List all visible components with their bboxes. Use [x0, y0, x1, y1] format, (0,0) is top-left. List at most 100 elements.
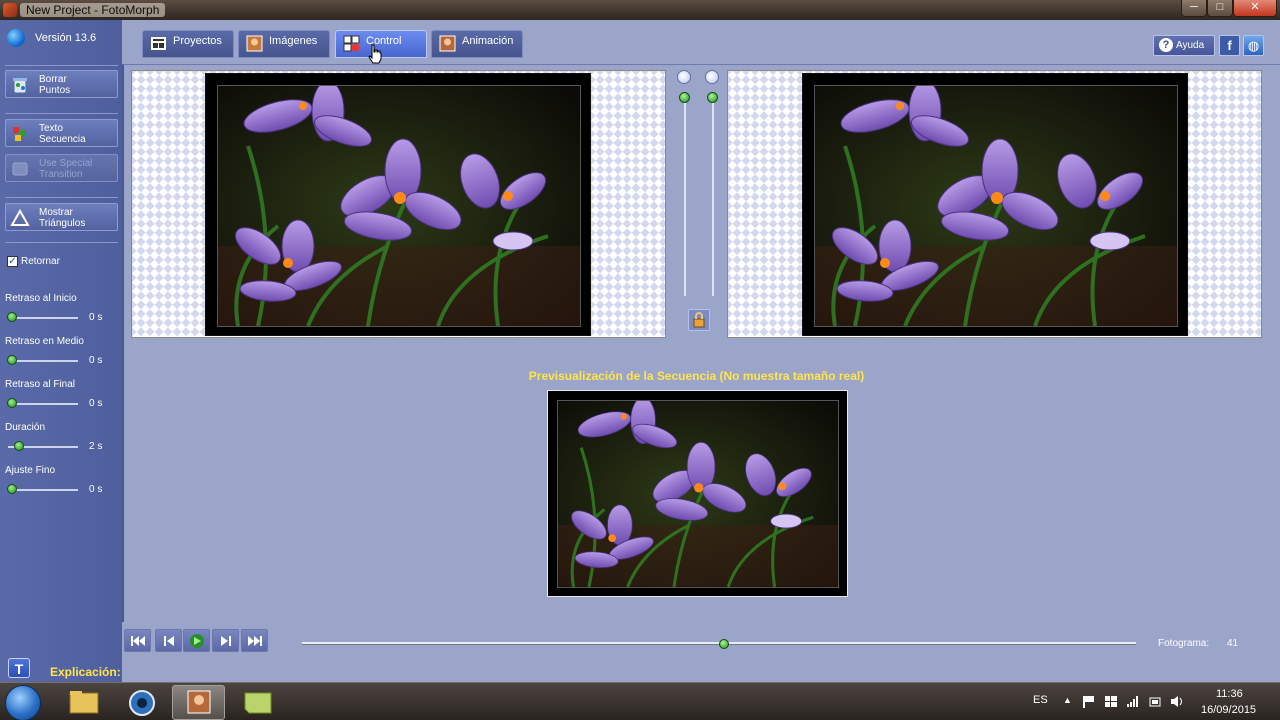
globe-icon: ◍: [1247, 38, 1260, 53]
special-transition-button[interactable]: Use Special Transition: [5, 154, 118, 182]
right-zoom-slider[interactable]: [712, 96, 714, 296]
fine-tune-slider-knob[interactable]: [7, 484, 17, 494]
source-image-frame: [205, 73, 591, 336]
middle-delay-value: 0 s: [89, 355, 103, 366]
taskbar-explorer[interactable]: [58, 685, 111, 720]
skip-to-end-icon: [248, 636, 262, 646]
left-zoom-slider-knob[interactable]: [679, 92, 690, 103]
notes-icon: [244, 692, 272, 714]
sidebar-divider: [5, 197, 118, 198]
tab-projects[interactable]: Proyectos: [142, 30, 234, 58]
first-frame-button[interactable]: [124, 629, 151, 652]
tab-images[interactable]: Imágenes: [238, 30, 330, 58]
fotomorph-taskbar-icon: [187, 690, 211, 714]
clock-time[interactable]: 11:36: [1216, 688, 1243, 700]
timeline-slider-knob[interactable]: [719, 639, 729, 649]
close-button[interactable]: ✕: [1233, 0, 1277, 17]
target-image-frame: [802, 73, 1188, 336]
fine-tune-slider[interactable]: [8, 489, 78, 491]
return-checkbox[interactable]: ✓: [7, 256, 18, 267]
play-icon: [190, 634, 204, 648]
frame-value: 41: [1227, 638, 1239, 649]
left-zoom-slider[interactable]: [684, 96, 686, 296]
crocus-flowers-image: [558, 401, 838, 587]
previous-frame-button[interactable]: [155, 629, 182, 652]
sidebar-divider: [5, 65, 118, 66]
zoom-right-icon[interactable]: [705, 70, 719, 84]
step-back-icon: [164, 636, 174, 646]
special-transition-label-1: Use Special: [39, 158, 93, 169]
help-button[interactable]: ? Ayuda: [1153, 35, 1215, 56]
lock-zoom-button[interactable]: [688, 309, 710, 331]
tab-images-label: Imágenes: [269, 35, 318, 47]
fine-tune-value: 0 s: [89, 484, 103, 495]
sidebar-divider: [5, 242, 118, 243]
duration-value: 2 s: [89, 441, 103, 452]
explanation-icon[interactable]: T: [8, 658, 30, 678]
text-sequence-button[interactable]: Texto Secuencia: [5, 119, 118, 147]
end-delay-slider[interactable]: [8, 403, 78, 405]
start-button[interactable]: [5, 685, 41, 720]
target-image[interactable]: [814, 85, 1178, 327]
right-zoom-slider-knob[interactable]: [707, 92, 718, 103]
middle-delay-slider[interactable]: [8, 360, 78, 362]
start-delay-value: 0 s: [89, 312, 103, 323]
crocus-flowers-image: [815, 86, 1177, 326]
control-icon: [343, 35, 360, 52]
window-titlebar: New Project - FotoMorph ─ □ ✕: [0, 0, 1280, 20]
volume-icon[interactable]: [1170, 695, 1184, 708]
folder-icon: [69, 691, 99, 714]
facebook-button[interactable]: f: [1219, 35, 1240, 56]
taskbar-fotomorph[interactable]: [172, 685, 225, 720]
text-sequence-label-2: Secuencia: [39, 134, 86, 145]
middle-delay-label: Retraso en Medio: [5, 336, 84, 347]
source-image-panel[interactable]: [131, 70, 666, 338]
play-button[interactable]: [183, 629, 210, 652]
duration-label: Duración: [5, 422, 46, 433]
last-frame-button[interactable]: [241, 629, 268, 652]
crocus-flowers-image: [218, 86, 580, 326]
language-indicator[interactable]: ES: [1033, 694, 1048, 706]
show-triangles-button[interactable]: Mostrar Triángulos: [5, 203, 118, 231]
tab-animation-label: Animación: [462, 35, 514, 47]
return-checkbox-label: Retornar: [21, 256, 60, 267]
start-delay-slider[interactable]: [8, 317, 78, 319]
maximize-button[interactable]: □: [1207, 0, 1233, 17]
help-icon: ?: [1159, 38, 1173, 52]
lock-icon: [693, 312, 705, 328]
duration-slider-knob[interactable]: [14, 441, 24, 451]
end-delay-slider-knob[interactable]: [7, 398, 17, 408]
tab-animation[interactable]: Animación: [431, 30, 523, 58]
windows-icon[interactable]: [1104, 695, 1118, 708]
special-transition-icon: [12, 162, 28, 176]
windows-taskbar: ES ▲ 11:36 16/09/2015: [0, 682, 1280, 720]
start-delay-slider-knob[interactable]: [7, 312, 17, 322]
minimize-button[interactable]: ─: [1181, 0, 1207, 17]
window-title: New Project - FotoMorph: [20, 3, 166, 17]
text-sequence-icon: [13, 127, 26, 141]
taskbar-notes[interactable]: [231, 685, 284, 720]
target-image-panel[interactable]: [727, 70, 1262, 338]
explanation-label: Explicación:: [50, 665, 121, 679]
show-triangles-label-2: Triángulos: [39, 218, 86, 229]
source-image[interactable]: [217, 85, 581, 327]
erase-points-icon: [13, 78, 27, 94]
middle-delay-slider-knob[interactable]: [7, 355, 17, 365]
next-frame-button[interactable]: [212, 629, 239, 652]
tray-chevron-icon[interactable]: ▲: [1063, 695, 1072, 705]
erase-points-button[interactable]: Borrar Puntos: [5, 70, 118, 98]
images-icon: [246, 35, 263, 52]
clock-date[interactable]: 16/09/2015: [1201, 704, 1256, 716]
website-button[interactable]: ◍: [1243, 35, 1264, 56]
network-signal-icon[interactable]: [1126, 695, 1140, 708]
taskbar-camera-app[interactable]: [116, 685, 169, 720]
zoom-left-icon[interactable]: [677, 70, 691, 84]
step-forward-icon: [221, 636, 231, 646]
flag-icon[interactable]: [1082, 695, 1096, 708]
end-delay-value: 0 s: [89, 398, 103, 409]
skip-to-start-icon: [131, 636, 145, 646]
hand-cursor-icon: [368, 44, 382, 64]
fotomorph-logo-icon: [7, 29, 25, 47]
version-label: Versión 13.6: [35, 32, 97, 44]
battery-icon[interactable]: [1148, 695, 1162, 708]
